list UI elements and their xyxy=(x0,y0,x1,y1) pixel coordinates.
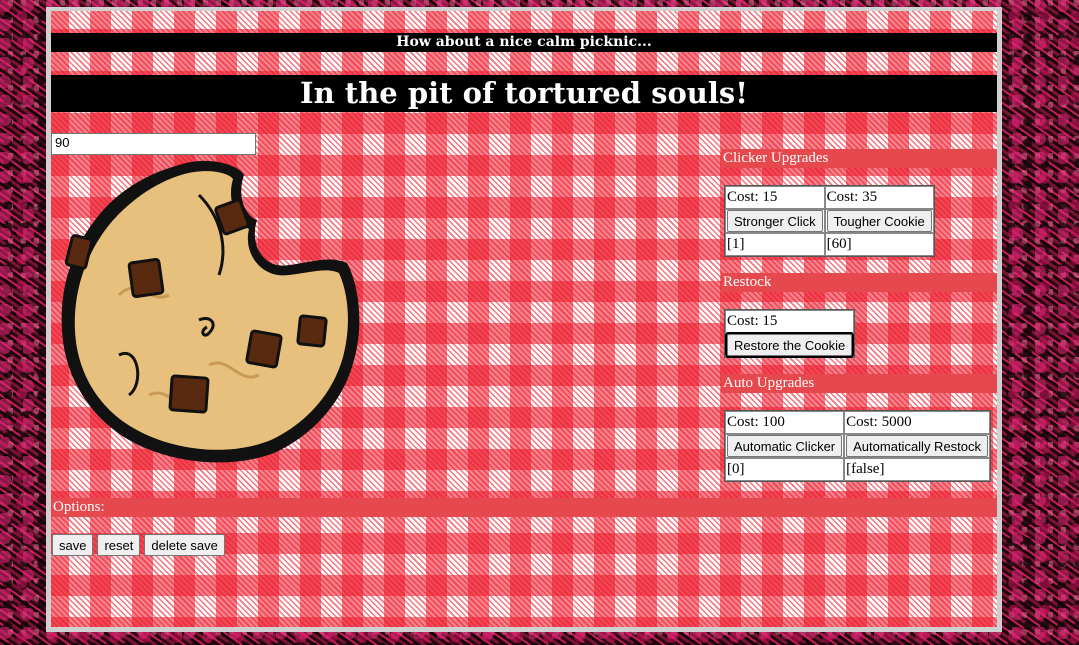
picnic-page: How about a nice calm picknic... In the … xyxy=(51,11,997,627)
clicker-upgrades-heading: Clicker Upgrades xyxy=(721,149,997,168)
page-title: In the pit of tortured souls! xyxy=(51,75,997,112)
automatic-clicker-level: [0] xyxy=(725,458,845,481)
cookie-count-field[interactable]: 90 xyxy=(51,133,256,155)
save-button[interactable]: save xyxy=(52,534,94,556)
automatic-clicker-cost: Cost: 100 xyxy=(725,411,845,434)
restock-heading: Restock xyxy=(721,273,997,292)
stronger-click-cost: Cost: 15 xyxy=(725,186,825,209)
automatically-restock-cost: Cost: 5000 xyxy=(844,411,991,434)
restock-table: Cost: 15 Restore the Cookie xyxy=(724,309,856,358)
automatically-restock-level: [false] xyxy=(844,458,991,481)
restore-cookie-button[interactable]: Restore the Cookie xyxy=(724,332,855,358)
restock-cost: Cost: 15 xyxy=(725,310,855,333)
reset-button[interactable]: reset xyxy=(97,534,141,556)
stronger-click-level: [1] xyxy=(725,233,825,256)
tougher-cookie-level: [60] xyxy=(824,233,934,256)
tougher-cookie-cost: Cost: 35 xyxy=(824,186,934,209)
auto-upgrades-heading: Auto Upgrades xyxy=(721,374,997,393)
cookie-icon[interactable] xyxy=(59,155,369,465)
options-toolbar: save reset delete save xyxy=(52,534,225,556)
delete-save-button[interactable]: delete save xyxy=(144,534,225,556)
clicker-upgrades-table: Cost: 15 Cost: 35 Stronger Click Tougher… xyxy=(724,185,935,257)
auto-upgrades-table: Cost: 100 Cost: 5000 Automatic Clicker A… xyxy=(724,410,992,482)
stronger-click-button[interactable]: Stronger Click xyxy=(727,210,823,232)
tougher-cookie-button[interactable]: Tougher Cookie xyxy=(826,210,932,232)
automatically-restock-button[interactable]: Automatically Restock xyxy=(846,435,989,457)
options-heading: Options: xyxy=(51,498,997,517)
subtitle-banner: How about a nice calm picknic... xyxy=(51,33,997,52)
automatic-clicker-button[interactable]: Automatic Clicker xyxy=(727,435,843,457)
